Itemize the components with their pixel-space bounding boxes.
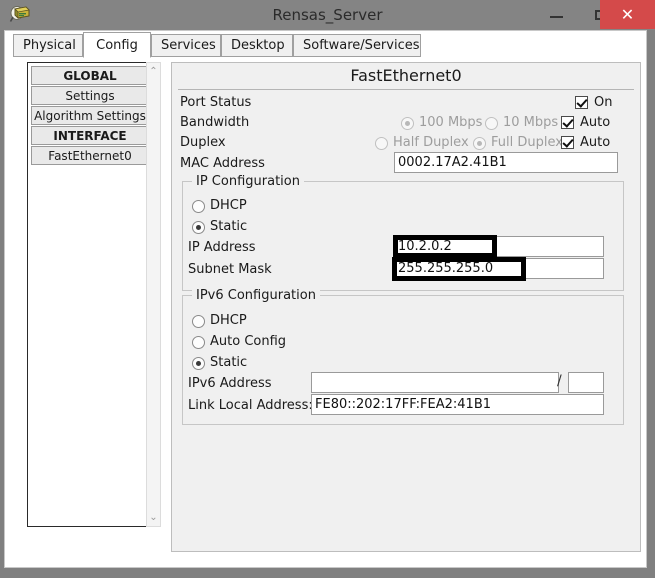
duplex-half-radio[interactable] bbox=[375, 137, 388, 150]
ipv6-configuration-title: IPv6 Configuration bbox=[192, 288, 320, 303]
tab-strip: Physical Config Services Desktop Softwar… bbox=[5, 32, 646, 60]
sidebar-scrollbar[interactable]: ⌃ ⌄ bbox=[146, 62, 161, 527]
panel-divider bbox=[178, 89, 634, 90]
minimize-icon bbox=[550, 16, 563, 18]
panel-title: FastEthernet0 bbox=[350, 66, 462, 85]
bandwidth-auto-checkbox[interactable] bbox=[561, 116, 574, 129]
bandwidth-100mbps-label: 100 Mbps bbox=[419, 115, 483, 130]
duplex-auto-checkbox[interactable] bbox=[561, 136, 574, 149]
port-status-on-checkbox[interactable] bbox=[575, 96, 588, 109]
sidebar-item-fastethernet0[interactable]: FastEthernet0 bbox=[31, 146, 149, 165]
ipv6-prefix-separator: / bbox=[557, 373, 562, 389]
sidebar-item-algorithm-settings[interactable]: Algorithm Settings bbox=[31, 106, 149, 125]
ipv6-address-label: IPv6 Address bbox=[188, 376, 272, 391]
ip-address-input[interactable]: 10.2.0.2 bbox=[394, 236, 604, 257]
device-config-window: Rensas_Server ✕ Physical Config Services… bbox=[0, 0, 655, 578]
scroll-up-icon[interactable]: ⌃ bbox=[147, 64, 160, 79]
subnet-mask-input[interactable]: 255.255.255.0 bbox=[394, 258, 604, 279]
duplex-full-label: Full Duplex bbox=[491, 135, 563, 150]
bandwidth-10mbps-label: 10 Mbps bbox=[503, 115, 559, 130]
tab-desktop[interactable]: Desktop bbox=[221, 34, 293, 57]
bandwidth-label: Bandwidth bbox=[180, 115, 250, 130]
sidebar-item-settings[interactable]: Settings bbox=[31, 86, 149, 105]
subnet-mask-label: Subnet Mask bbox=[188, 262, 272, 277]
title-bar: Rensas_Server ✕ bbox=[0, 0, 655, 30]
bandwidth-auto-label: Auto bbox=[580, 115, 611, 130]
ipv6-auto-config-label: Auto Config bbox=[210, 334, 287, 349]
scroll-down-icon[interactable]: ⌄ bbox=[147, 510, 160, 525]
bandwidth-10mbps-radio[interactable] bbox=[485, 117, 498, 130]
link-local-address-label: Link Local Address: bbox=[188, 398, 313, 413]
ip-dhcp-radio[interactable] bbox=[192, 200, 205, 213]
interface-config-panel: FastEthernet0 Port Status On Bandwidth 1… bbox=[171, 62, 641, 552]
ip-address-label: IP Address bbox=[188, 240, 256, 255]
ip-dhcp-label: DHCP bbox=[210, 198, 247, 213]
minimize-button[interactable] bbox=[534, 0, 579, 29]
duplex-half-label: Half Duplex bbox=[393, 135, 469, 150]
tab-config[interactable]: Config bbox=[83, 32, 151, 58]
link-local-address-input[interactable]: FE80::202:17FF:FEA2:41B1 bbox=[311, 394, 604, 415]
ipv6-static-label: Static bbox=[210, 355, 248, 370]
duplex-auto-label: Auto bbox=[580, 135, 611, 150]
mac-address-input[interactable]: 0002.17A2.41B1 bbox=[394, 152, 618, 173]
duplex-label: Duplex bbox=[180, 135, 226, 150]
close-icon: ✕ bbox=[620, 5, 635, 24]
close-button[interactable]: ✕ bbox=[600, 0, 655, 29]
mac-address-label: MAC Address bbox=[180, 156, 265, 171]
sidebar-item-global[interactable]: GLOBAL bbox=[31, 66, 149, 85]
ip-static-label: Static bbox=[210, 219, 248, 234]
ipv6-prefix-input[interactable] bbox=[568, 372, 604, 393]
ip-configuration-title: IP Configuration bbox=[192, 174, 304, 189]
window-frame: Physical Config Services Desktop Softwar… bbox=[4, 30, 647, 568]
config-sidebar: GLOBAL Settings Algorithm Settings INTER… bbox=[27, 62, 161, 527]
ipv6-address-input[interactable] bbox=[311, 372, 559, 393]
port-status-on-label: On bbox=[594, 95, 613, 110]
ip-static-radio[interactable] bbox=[192, 221, 205, 234]
ipv6-static-radio[interactable] bbox=[192, 357, 205, 370]
sidebar-item-interface[interactable]: INTERFACE bbox=[31, 126, 149, 145]
port-status-label: Port Status bbox=[180, 95, 252, 110]
ipv6-auto-config-radio[interactable] bbox=[192, 336, 205, 349]
ipv6-dhcp-label: DHCP bbox=[210, 313, 247, 328]
bandwidth-100mbps-radio[interactable] bbox=[401, 117, 414, 130]
config-content: GLOBAL Settings Algorithm Settings INTER… bbox=[5, 57, 646, 567]
ipv6-dhcp-radio[interactable] bbox=[192, 315, 205, 328]
duplex-full-radio[interactable] bbox=[473, 137, 486, 150]
tab-physical[interactable]: Physical bbox=[13, 34, 83, 57]
tab-software-services[interactable]: Software/Services bbox=[293, 34, 421, 57]
tab-services[interactable]: Services bbox=[151, 34, 221, 57]
